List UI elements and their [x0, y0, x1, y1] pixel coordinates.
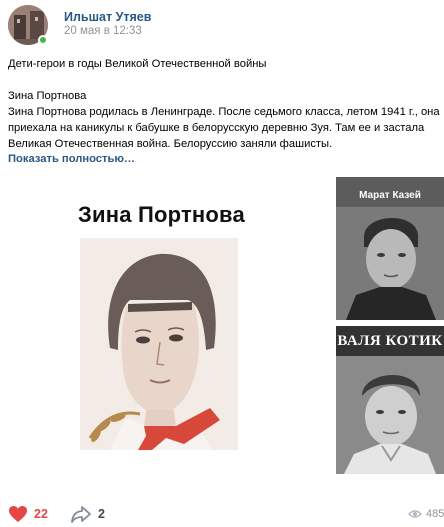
- post-text-line: приехала на каникулы к бабушке в белорус…: [8, 122, 425, 134]
- share-count: 2: [98, 507, 105, 521]
- photo-side-2-label: ВАЛЯ КОТИК: [337, 333, 443, 349]
- photo-side-1-label: Марат Казей: [359, 190, 421, 201]
- photo-side-2[interactable]: ВАЛЯ КОТИК: [336, 326, 444, 474]
- views-counter: 485: [408, 508, 444, 520]
- like-count: 22: [34, 507, 48, 521]
- author-name[interactable]: Ильшат Утяев: [64, 10, 151, 24]
- online-indicator: [38, 35, 48, 45]
- post-text: Дети-герои в годы Великой Отечественной …: [8, 56, 444, 152]
- post-text-line: Великая Отечественная война. Белоруссию …: [8, 138, 333, 150]
- like-button[interactable]: 22: [8, 505, 48, 523]
- share-button[interactable]: 2: [70, 505, 105, 523]
- post-text-line: Зина Портнова: [8, 90, 87, 102]
- show-more-link[interactable]: Показать полностью…: [8, 153, 135, 165]
- wall-post: Ильшат Утяев 20 мая в 12:33 Дети-герои в…: [0, 0, 444, 527]
- portrait-drawing: [80, 238, 238, 450]
- photo-main[interactable]: Зина Портнова: [0, 175, 334, 475]
- heart-icon: [9, 506, 27, 522]
- post-title-line: Дети-герои в годы Великой Отечественной …: [8, 58, 267, 70]
- photo-heading: Зина Портнова: [78, 202, 245, 227]
- eye-icon: [408, 510, 422, 518]
- share-icon: [71, 506, 91, 523]
- photo-side-1[interactable]: Марат Казей: [336, 177, 444, 320]
- views-count: 485: [426, 508, 444, 520]
- post-text-line: Зина Портнова родилась в Ленинграде. Пос…: [8, 106, 440, 118]
- post-date[interactable]: 20 мая в 12:33: [64, 25, 142, 37]
